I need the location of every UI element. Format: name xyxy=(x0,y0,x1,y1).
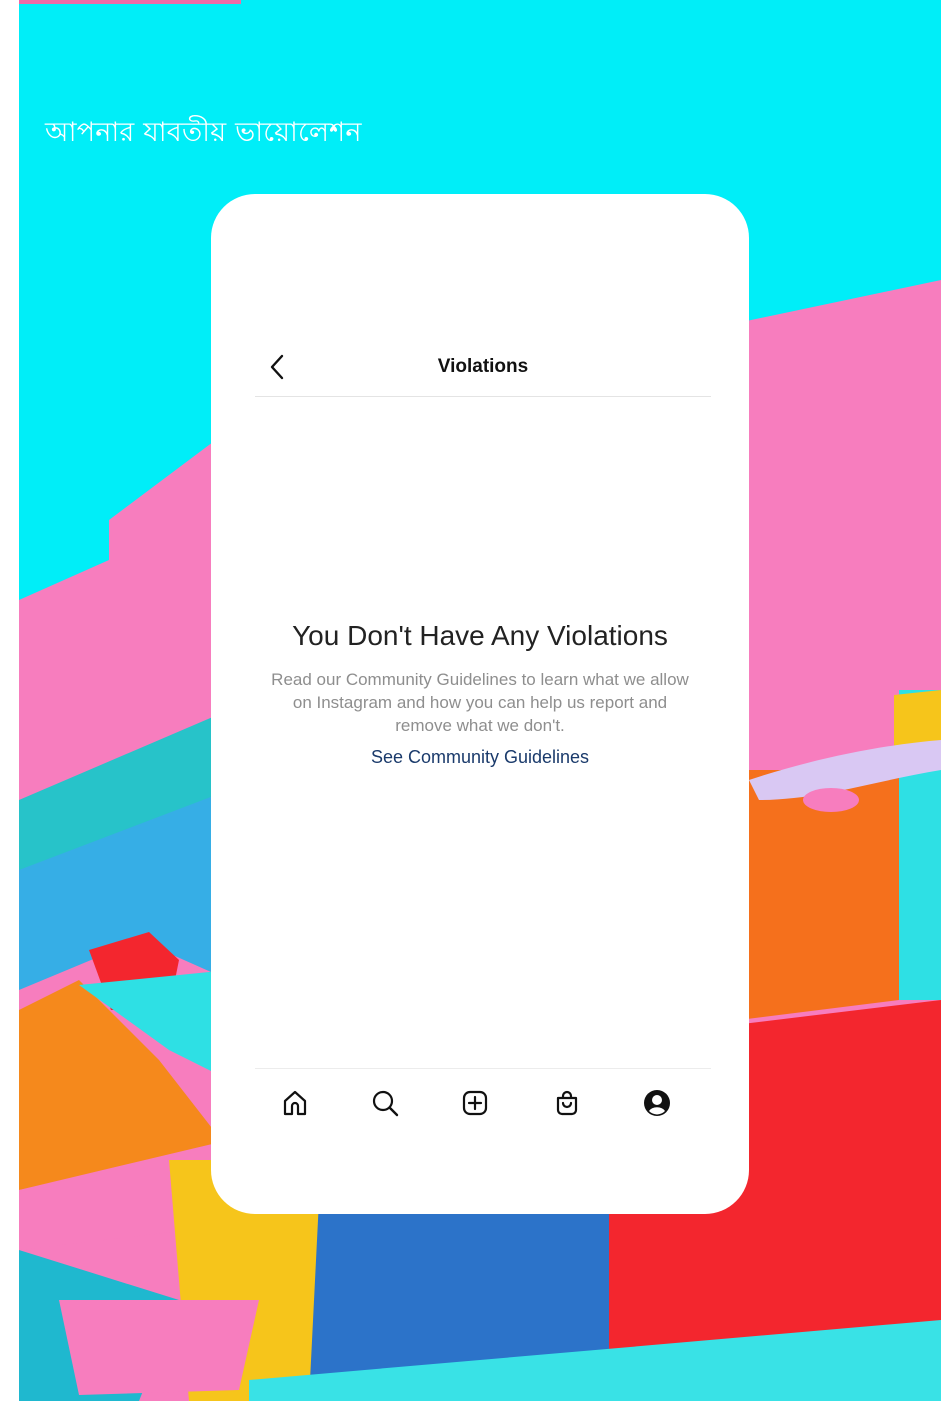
tab-new-post[interactable] xyxy=(455,1083,495,1123)
tab-bar xyxy=(255,1068,711,1133)
tab-profile[interactable] xyxy=(637,1083,677,1123)
new-post-icon xyxy=(462,1090,488,1116)
nav-header: Violations xyxy=(255,344,711,397)
phone-screen: Violations You Don't Have Any Violations… xyxy=(211,194,749,1214)
page-title: Violations xyxy=(437,356,529,377)
home-icon xyxy=(283,1090,307,1116)
profile-icon xyxy=(644,1090,670,1116)
shop-icon xyxy=(556,1090,578,1116)
empty-state-title: You Don't Have Any Violations xyxy=(292,620,668,651)
tab-home[interactable] xyxy=(275,1083,315,1123)
page-heading: আপনার যাবতীয় ভায়োলেশন xyxy=(45,117,362,148)
page: আপনার যাবতীয় ভায়োলেশন Violations You D… xyxy=(19,0,941,1401)
empty-state: You Don't Have Any Violations Read our C… xyxy=(241,620,719,768)
empty-state-body: Read our Community Guidelines to learn w… xyxy=(271,670,689,735)
top-accent-bar xyxy=(19,0,241,4)
tab-shop[interactable] xyxy=(547,1083,587,1123)
see-community-guidelines-link[interactable]: See Community Guidelines xyxy=(371,747,589,768)
tab-search[interactable] xyxy=(365,1083,405,1123)
search-icon xyxy=(372,1090,399,1117)
